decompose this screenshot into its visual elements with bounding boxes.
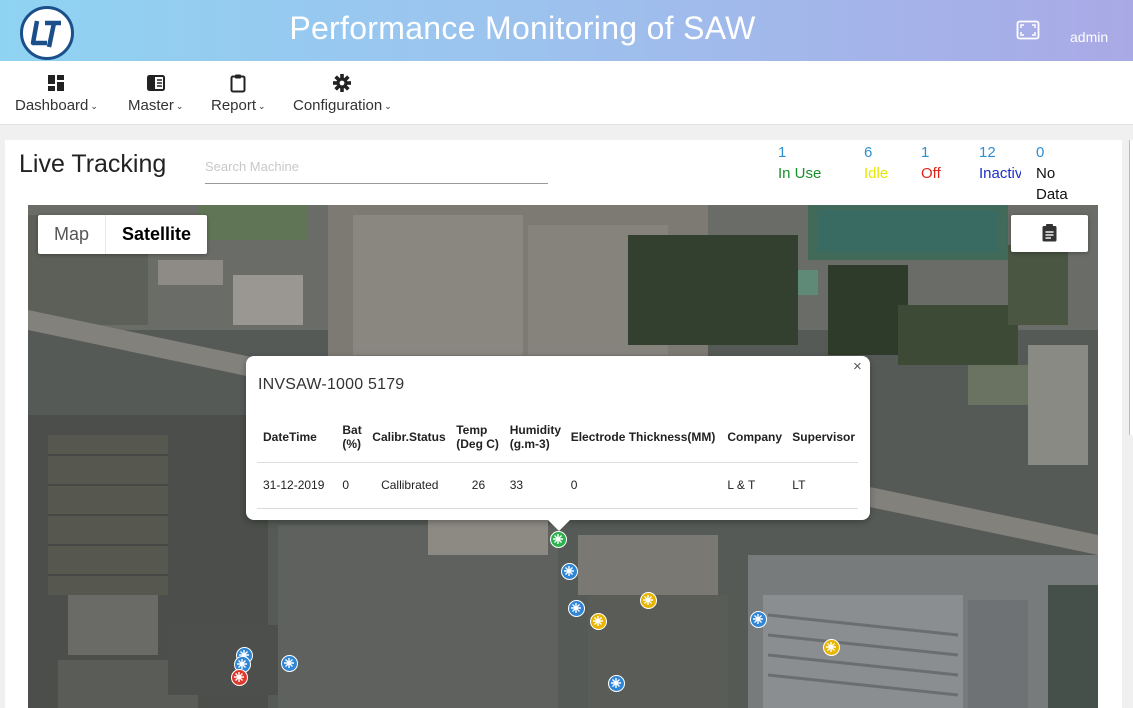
stat-off[interactable]: 1 Off bbox=[921, 142, 971, 184]
machine-marker[interactable] bbox=[640, 592, 657, 609]
machine-marker-icon bbox=[553, 534, 563, 544]
fullscreen-button[interactable] bbox=[1016, 20, 1040, 40]
fullscreen-icon bbox=[1016, 20, 1040, 40]
machine-marker-icon bbox=[284, 658, 294, 668]
search-machine-input[interactable] bbox=[205, 150, 548, 184]
nav-dashboard-label: Dashboard bbox=[15, 97, 89, 114]
stat-off-count: 1 bbox=[921, 144, 930, 161]
machine-details-table: DateTime Bat (%) Calibr.Status Temp (Deg… bbox=[257, 412, 858, 509]
machine-marker-icon bbox=[753, 614, 763, 624]
machine-marker-icon bbox=[571, 603, 581, 613]
machine-marker-icon bbox=[643, 595, 653, 605]
table-cell: LT bbox=[786, 462, 858, 509]
stat-inactive-count: 12 bbox=[979, 144, 996, 161]
machine-marker[interactable] bbox=[823, 639, 840, 656]
table-cell: L & T bbox=[721, 462, 787, 509]
column-header: Bat (%) bbox=[336, 412, 367, 463]
top-header: Performance Monitoring of SAW admin bbox=[0, 0, 1133, 61]
chevron-down-icon: ⌄ bbox=[258, 100, 266, 111]
table-cell: 0 bbox=[336, 462, 367, 509]
stat-no-data-label: No Data bbox=[1036, 165, 1068, 203]
table-cell: 26 bbox=[450, 462, 504, 509]
chevron-down-icon: ⌄ bbox=[384, 100, 392, 111]
scrollbar[interactable] bbox=[1129, 140, 1133, 435]
column-header: DateTime bbox=[257, 412, 337, 463]
stat-idle-label: Idle bbox=[864, 165, 889, 182]
machine-marker-icon bbox=[234, 672, 244, 682]
stat-idle[interactable]: 6 Idle bbox=[864, 142, 914, 184]
clipboard-icon bbox=[1042, 224, 1057, 242]
table-cell: 33 bbox=[503, 462, 565, 509]
machine-marker[interactable] bbox=[561, 563, 578, 580]
table-cell: 31-12-2019 bbox=[257, 462, 337, 509]
stat-in-use-label: In Use bbox=[778, 165, 822, 182]
table-row: 31-12-2019 0 Callibrated 26 33 0 L & T L… bbox=[257, 462, 858, 509]
machine-marker[interactable] bbox=[281, 655, 298, 672]
machine-marker[interactable] bbox=[590, 613, 607, 630]
popup-close-button[interactable]: × bbox=[853, 358, 862, 375]
gear-icon bbox=[333, 74, 352, 92]
page-title: Live Tracking bbox=[19, 150, 167, 178]
stat-no-data[interactable]: 0 No Data bbox=[1036, 142, 1076, 205]
nav-report[interactable]: Report ⌄ bbox=[211, 73, 266, 114]
stat-idle-count: 6 bbox=[864, 144, 873, 161]
machine-marker-icon bbox=[593, 616, 603, 626]
nav-configuration-label: Configuration bbox=[293, 97, 383, 114]
nav-configuration[interactable]: Configuration ⌄ bbox=[293, 73, 392, 114]
app-title: Performance Monitoring of SAW bbox=[289, 10, 756, 46]
chevron-down-icon: ⌄ bbox=[175, 100, 184, 111]
nav-report-label: Report bbox=[211, 97, 257, 114]
column-header: Electrode Thickness(MM) bbox=[564, 412, 722, 463]
machine-marker[interactable] bbox=[550, 531, 567, 548]
column-header: Temp (Deg C) bbox=[450, 412, 504, 463]
stat-inactive[interactable]: 12 Inactive bbox=[979, 142, 1021, 184]
book-icon bbox=[146, 75, 165, 91]
machine-marker[interactable] bbox=[568, 600, 585, 617]
stat-in-use[interactable]: 1 In Use bbox=[778, 142, 848, 184]
column-header: Humidity (g.m-3) bbox=[503, 412, 565, 463]
popup-pointer bbox=[548, 520, 570, 531]
nav-dashboard[interactable]: Dashboard ⌄ bbox=[15, 73, 98, 114]
user-menu[interactable]: admin bbox=[1070, 29, 1108, 45]
column-header: Calibr.Status bbox=[366, 412, 451, 463]
stat-no-data-count: 0 bbox=[1036, 144, 1045, 161]
machine-marker[interactable] bbox=[608, 675, 625, 692]
nav-master[interactable]: Master ⌄ bbox=[128, 73, 183, 114]
stat-in-use-count: 1 bbox=[778, 144, 787, 161]
table-cell: Callibrated bbox=[366, 462, 451, 509]
chevron-down-icon: ⌄ bbox=[90, 100, 98, 111]
map-report-button[interactable] bbox=[1011, 215, 1088, 252]
stat-off-label: Off bbox=[921, 165, 941, 182]
table-header-row: DateTime Bat (%) Calibr.Status Temp (Deg… bbox=[257, 412, 858, 463]
clipboard-icon bbox=[230, 74, 246, 93]
machine-marker-icon bbox=[826, 642, 836, 652]
machine-marker-icon bbox=[564, 566, 574, 576]
main-navbar: Dashboard ⌄ Master ⌄ Report ⌄ Configurat… bbox=[0, 61, 1133, 125]
machine-info-popup: × INVSAW-1000 5179 DateTime Bat (%) Cali… bbox=[246, 356, 870, 520]
dashboard-grid-icon bbox=[48, 75, 65, 91]
table-cell: 0 bbox=[564, 462, 722, 509]
machine-marker[interactable] bbox=[231, 669, 248, 686]
map-type-toggle: Map Satellite bbox=[38, 215, 208, 254]
column-header: Company bbox=[721, 412, 787, 463]
popup-machine-name: INVSAW-1000 5179 bbox=[258, 376, 405, 393]
map-type-satellite-button[interactable]: Satellite bbox=[106, 215, 207, 254]
machine-marker-icon bbox=[611, 678, 621, 688]
map-type-map-button[interactable]: Map bbox=[38, 215, 107, 254]
nav-master-label: Master bbox=[128, 97, 174, 114]
machine-marker[interactable] bbox=[750, 611, 767, 628]
stat-inactive-label: Inactive bbox=[979, 165, 1021, 182]
column-header: Supervisor bbox=[786, 412, 858, 463]
